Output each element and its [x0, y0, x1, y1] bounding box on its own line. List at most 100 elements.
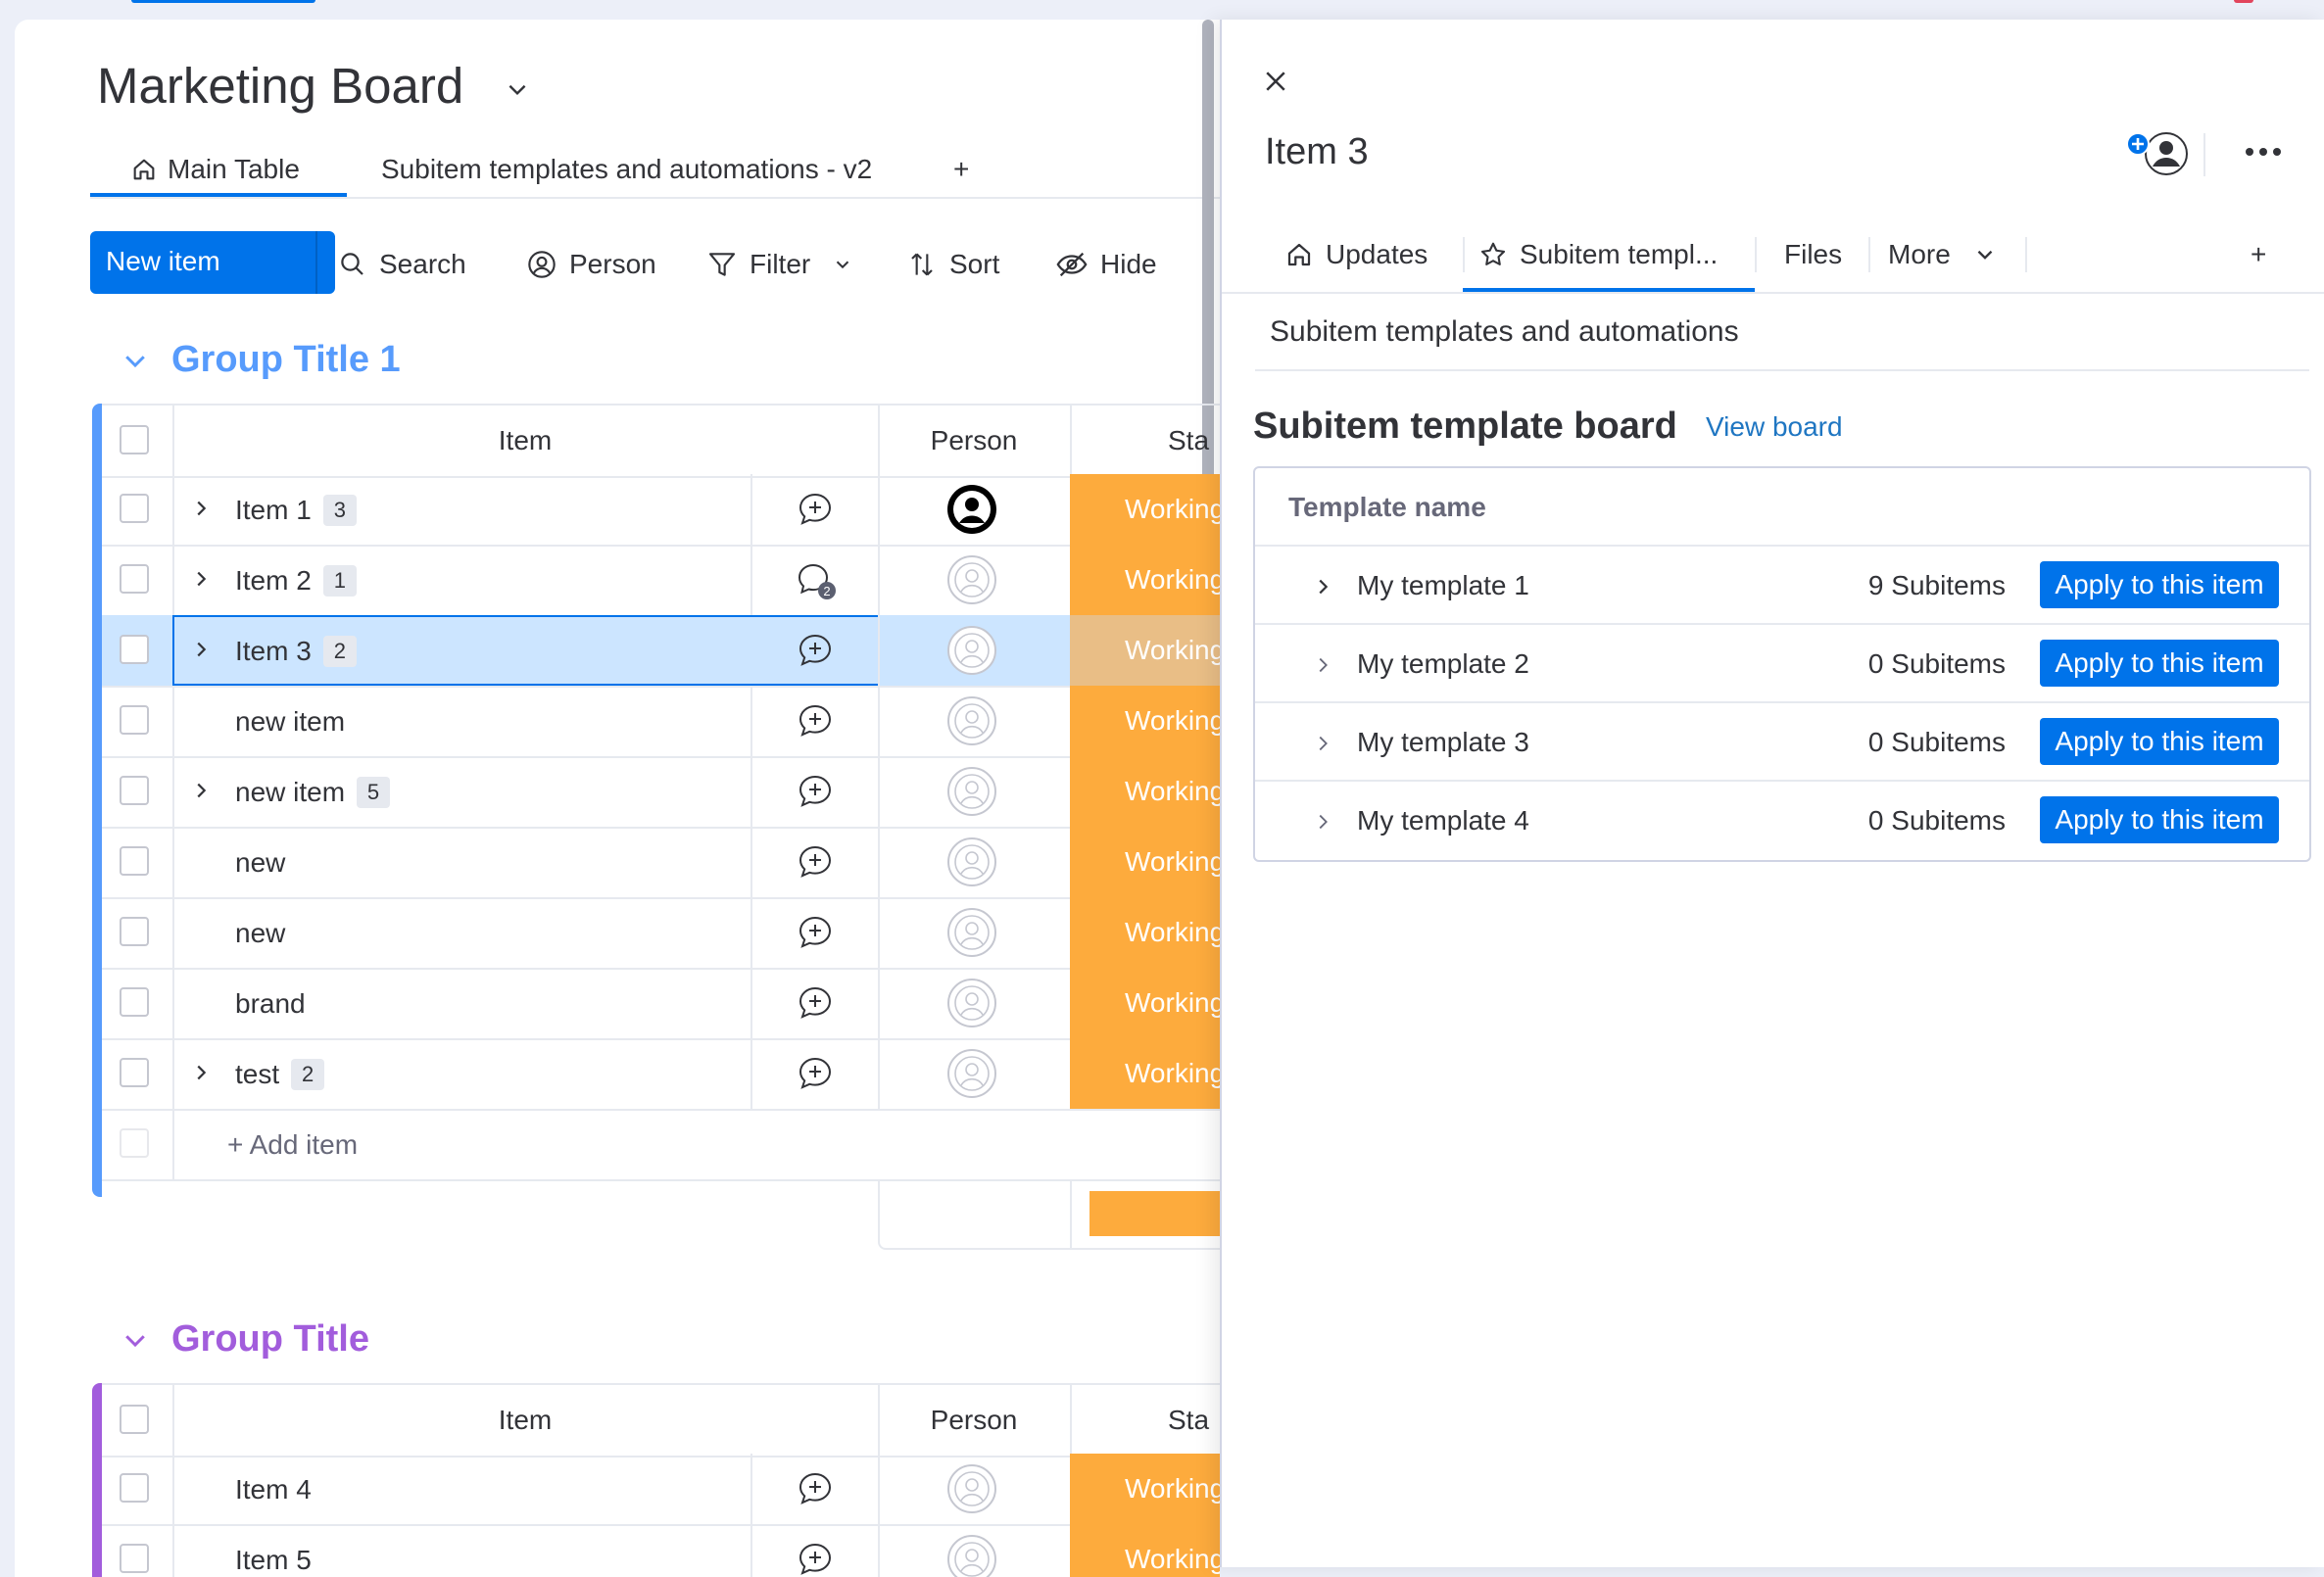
- item-name-cell[interactable]: test 2: [172, 1038, 752, 1109]
- item-name[interactable]: Item 2 1: [235, 565, 357, 597]
- item-name-cell[interactable]: new item 5: [172, 756, 752, 827]
- updates-cell[interactable]: [750, 474, 880, 545]
- empty-person-icon[interactable]: [946, 766, 997, 817]
- updates-cell[interactable]: [750, 1454, 880, 1524]
- add-update-icon[interactable]: [796, 844, 835, 880]
- table-row[interactable]: Item 4 Working on it: [102, 1454, 1220, 1526]
- add-update-icon[interactable]: [796, 774, 835, 809]
- chevron-right-icon[interactable]: [190, 568, 212, 590]
- updates-count-icon[interactable]: 2: [796, 562, 839, 601]
- person-cell[interactable]: [878, 545, 1072, 615]
- hide-button[interactable]: Hide: [1055, 233, 1157, 296]
- person-cell[interactable]: [878, 968, 1072, 1038]
- select-all-checkbox[interactable]: [120, 1405, 149, 1434]
- add-update-icon[interactable]: [796, 1542, 835, 1577]
- item-name[interactable]: new item 5: [235, 777, 391, 808]
- new-item-button[interactable]: New item: [90, 231, 351, 294]
- chevron-down-icon[interactable]: [121, 1325, 150, 1355]
- row-checkbox[interactable]: [120, 564, 149, 594]
- person-cell[interactable]: [878, 756, 1072, 827]
- row-checkbox[interactable]: [120, 846, 149, 876]
- table-row[interactable]: new item Working on it: [102, 686, 1220, 758]
- updates-cell[interactable]: [750, 615, 880, 686]
- table-row[interactable]: new Working on it: [102, 897, 1220, 970]
- add-item-input[interactable]: + Add item: [227, 1129, 358, 1161]
- status-cell[interactable]: Working on it: [1070, 1454, 1220, 1524]
- status-cell[interactable]: Working on it: [1070, 1038, 1220, 1109]
- row-checkbox[interactable]: [120, 705, 149, 735]
- group-header[interactable]: Group Title: [121, 1318, 369, 1361]
- add-update-icon[interactable]: [796, 492, 835, 527]
- updates-cell[interactable]: [750, 756, 880, 827]
- table-row[interactable]: Item 2 1 2 Working on it: [102, 545, 1220, 617]
- row-checkbox[interactable]: [120, 987, 149, 1017]
- empty-person-icon[interactable]: [946, 1463, 997, 1514]
- template-row[interactable]: My template 1 9 Subitems Apply to this ite…: [1255, 545, 2309, 625]
- apply-to-item-button[interactable]: Apply to this item: [2040, 796, 2279, 843]
- chevron-right-icon[interactable]: [1312, 733, 1333, 754]
- status-cell[interactable]: Working on it: [1070, 827, 1220, 897]
- status-cell[interactable]: Working on it: [1070, 897, 1220, 968]
- item-name[interactable]: Item 5: [235, 1545, 312, 1576]
- tab-updates[interactable]: Updates: [1284, 233, 1428, 276]
- search-button[interactable]: Search: [338, 233, 466, 296]
- add-item-row[interactable]: + Add item: [102, 1109, 1220, 1181]
- add-update-icon[interactable]: [796, 1471, 835, 1506]
- row-checkbox[interactable]: [120, 1473, 149, 1503]
- chevron-right-icon[interactable]: [1312, 811, 1333, 833]
- row-checkbox[interactable]: [120, 635, 149, 664]
- subitems-count-badge[interactable]: 2: [322, 636, 357, 667]
- updates-cell[interactable]: [750, 897, 880, 968]
- empty-person-icon[interactable]: [946, 554, 997, 605]
- add-view-button[interactable]: +: [953, 147, 969, 192]
- empty-person-icon[interactable]: [946, 1048, 997, 1099]
- person-avatar-icon[interactable]: [946, 484, 997, 535]
- updates-cell[interactable]: 2: [750, 545, 880, 615]
- item-name-cell[interactable]: brand: [172, 968, 752, 1038]
- empty-person-icon[interactable]: [946, 836, 997, 887]
- subitems-count-badge[interactable]: 5: [357, 777, 391, 808]
- status-cell[interactable]: Working on it: [1070, 615, 1220, 686]
- person-cell[interactable]: [878, 686, 1072, 756]
- item-name[interactable]: new: [235, 918, 285, 949]
- tab-subitem-templates[interactable]: Subitem templates and automations - v2: [381, 147, 872, 192]
- updates-cell[interactable]: [750, 1038, 880, 1109]
- person-filter-button[interactable]: Person: [526, 233, 656, 296]
- item-name-cell[interactable]: new item: [172, 686, 752, 756]
- item-name[interactable]: new item: [235, 706, 345, 738]
- row-checkbox[interactable]: [120, 1058, 149, 1087]
- empty-person-icon[interactable]: [946, 1534, 997, 1577]
- person-cell[interactable]: [878, 1454, 1072, 1524]
- table-row[interactable]: Item 1 3 Working on it: [102, 474, 1220, 547]
- tab-files[interactable]: Files: [1784, 233, 1842, 276]
- item-name[interactable]: Item 1 3: [235, 495, 357, 526]
- person-cell[interactable]: [878, 1524, 1072, 1577]
- subscribers-avatar-icon[interactable]: [2125, 129, 2192, 178]
- subitems-count-badge[interactable]: 1: [322, 565, 357, 597]
- updates-cell[interactable]: [750, 686, 880, 756]
- tab-more[interactable]: More: [1888, 233, 1998, 276]
- updates-cell[interactable]: [750, 968, 880, 1038]
- item-title[interactable]: Item 3: [1265, 131, 1369, 173]
- chevron-right-icon[interactable]: [1312, 654, 1333, 676]
- item-name[interactable]: test 2: [235, 1059, 325, 1090]
- add-tab-button[interactable]: +: [2251, 233, 2266, 276]
- item-name-cell[interactable]: Item 5: [172, 1524, 752, 1577]
- status-cell[interactable]: Working on it: [1070, 545, 1220, 615]
- empty-person-icon[interactable]: [946, 625, 997, 676]
- row-checkbox[interactable]: [120, 776, 149, 805]
- chevron-right-icon[interactable]: [190, 780, 212, 801]
- item-name[interactable]: Item 3 2: [235, 636, 357, 667]
- person-cell[interactable]: [878, 474, 1072, 545]
- chevron-down-icon[interactable]: [832, 254, 853, 275]
- item-name[interactable]: Item 4: [235, 1474, 312, 1505]
- select-all-checkbox[interactable]: [120, 425, 149, 454]
- add-update-icon[interactable]: [796, 985, 835, 1021]
- group-title[interactable]: Group Title: [171, 1318, 369, 1361]
- updates-cell[interactable]: [750, 827, 880, 897]
- table-row[interactable]: new Working on it: [102, 827, 1220, 899]
- chevron-right-icon[interactable]: [190, 1062, 212, 1083]
- row-checkbox[interactable]: [120, 1544, 149, 1573]
- board-title[interactable]: Marketing Board: [97, 57, 463, 115]
- chevron-down-icon[interactable]: [505, 76, 530, 102]
